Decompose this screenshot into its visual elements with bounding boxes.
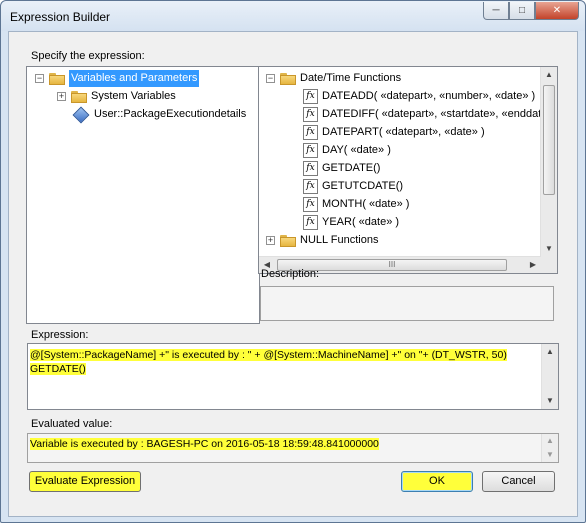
close-icon: ✕ [552, 5, 562, 16]
scroll-right-icon[interactable]: ▶ [525, 257, 541, 273]
maximize-icon: □ [518, 5, 526, 16]
description-label: Description: [261, 268, 320, 280]
function-item[interactable]: fx MONTH( «date» ) [303, 196, 409, 213]
dialog-client-area: Specify the expression: − Variables and … [8, 31, 578, 517]
minimize-button[interactable]: ─ [483, 2, 509, 20]
functions-vertical-scrollbar[interactable]: ▲ ▼ [540, 67, 557, 257]
function-icon: fx [303, 215, 318, 230]
function-item[interactable]: fx DATEADD( «datepart», «number», «date» … [303, 88, 535, 105]
scroll-thumb[interactable] [543, 85, 555, 195]
expand-icon[interactable]: + [266, 236, 275, 245]
function-icon: fx [303, 161, 318, 176]
functions-tree[interactable]: − Date/Time Functions fx DATEADD( «datepa… [258, 66, 558, 274]
function-icon: fx [303, 197, 318, 212]
description-box [260, 286, 554, 321]
tree-node-user-variable[interactable]: User::PackageExecutiondetails [72, 106, 246, 123]
variables-tree[interactable]: − Variables and Parameters + System Vari… [26, 66, 260, 324]
tree-node-datetime-functions[interactable]: − Date/Time Functions [266, 70, 401, 87]
collapse-icon[interactable]: − [35, 74, 44, 83]
tree-label-user-variable: User::PackageExecutiondetails [94, 108, 247, 120]
folder-icon [280, 234, 296, 247]
function-icon: fx [303, 179, 318, 194]
title-bar[interactable]: Expression Builder ─ □ ✕ [1, 1, 585, 31]
tree-label-system-variables: System Variables [91, 90, 176, 102]
function-label: DATEPART( «datepart», «date» ) [322, 126, 485, 138]
scroll-down-icon[interactable]: ▼ [541, 241, 557, 257]
scroll-corner [541, 257, 557, 273]
function-item[interactable]: fx GETUTCDATE() [303, 178, 403, 195]
open-folder-icon [49, 72, 65, 85]
evaluated-value-text: Variable is executed by : BAGESH-PC on 2… [30, 438, 379, 450]
cancel-button[interactable]: Cancel [482, 471, 555, 492]
function-item[interactable]: fx YEAR( «date» ) [303, 214, 399, 231]
tree-node-variables-parameters[interactable]: − Variables and Parameters [35, 70, 200, 87]
close-button[interactable]: ✕ [535, 2, 579, 20]
expression-label: Expression: [31, 329, 89, 341]
function-label: DATEDIFF( «datepart», «startdate», «endd… [322, 108, 558, 120]
scroll-up-icon[interactable]: ▲ [542, 344, 558, 360]
scroll-up-icon[interactable]: ▲ [542, 434, 558, 448]
function-icon: fx [303, 143, 318, 158]
tree-node-null-functions[interactable]: + NULL Functions [266, 232, 378, 249]
scroll-down-icon[interactable]: ▼ [542, 448, 558, 462]
function-icon: fx [303, 89, 318, 104]
maximize-button[interactable]: □ [509, 2, 535, 20]
scroll-up-icon[interactable]: ▲ [541, 67, 557, 83]
expression-line-2: GETDATE() [30, 363, 86, 375]
ok-button[interactable]: OK [401, 471, 473, 492]
function-icon: fx [303, 125, 318, 140]
function-item[interactable]: fx DATEPART( «datepart», «date» ) [303, 124, 485, 141]
expand-icon[interactable]: + [57, 92, 66, 101]
function-item[interactable]: fx DAY( «date» ) [303, 142, 391, 159]
expression-line-1: @[System::PackageName] +" is executed by… [30, 349, 507, 361]
evaluate-expression-button[interactable]: Evaluate Expression [29, 471, 141, 492]
function-item[interactable]: fx GETDATE() [303, 160, 380, 177]
evaluated-value-box: Variable is executed by : BAGESH-PC on 2… [27, 433, 559, 463]
specify-label: Specify the expression: [31, 50, 145, 62]
evaluated-value-label: Evaluated value: [31, 418, 113, 430]
scroll-down-icon[interactable]: ▼ [542, 393, 558, 409]
function-label: DAY( «date» ) [322, 144, 391, 156]
folder-icon [71, 90, 87, 103]
function-label: GETUTCDATE() [322, 180, 404, 192]
function-label: GETDATE() [322, 162, 381, 174]
collapse-icon[interactable]: − [266, 74, 275, 83]
tree-node-system-variables[interactable]: + System Variables [57, 88, 176, 105]
function-item[interactable]: fx DATEDIFF( «datepart», «startdate», «en… [303, 106, 558, 123]
function-label: DATEADD( «datepart», «number», «date» ) [322, 90, 536, 102]
tree-label-datetime-functions: Date/Time Functions [300, 72, 402, 84]
window-title: Expression Builder [10, 10, 111, 24]
function-label: MONTH( «date» ) [322, 198, 410, 210]
open-folder-icon [280, 72, 296, 85]
tree-label-variables-parameters: Variables and Parameters [69, 70, 200, 87]
expression-textarea[interactable]: @[System::PackageName] +" is executed by… [27, 343, 559, 410]
minimize-icon: ─ [492, 5, 500, 16]
evaluated-vertical-scrollbar[interactable]: ▲ ▼ [541, 434, 558, 462]
tree-label-null-functions: NULL Functions [300, 234, 379, 246]
expression-builder-window: Expression Builder ─ □ ✕ Specify the exp… [0, 0, 586, 523]
variable-icon [72, 106, 90, 123]
function-label: YEAR( «date» ) [322, 216, 400, 228]
function-icon: fx [303, 107, 318, 122]
expression-vertical-scrollbar[interactable]: ▲ ▼ [541, 344, 558, 409]
